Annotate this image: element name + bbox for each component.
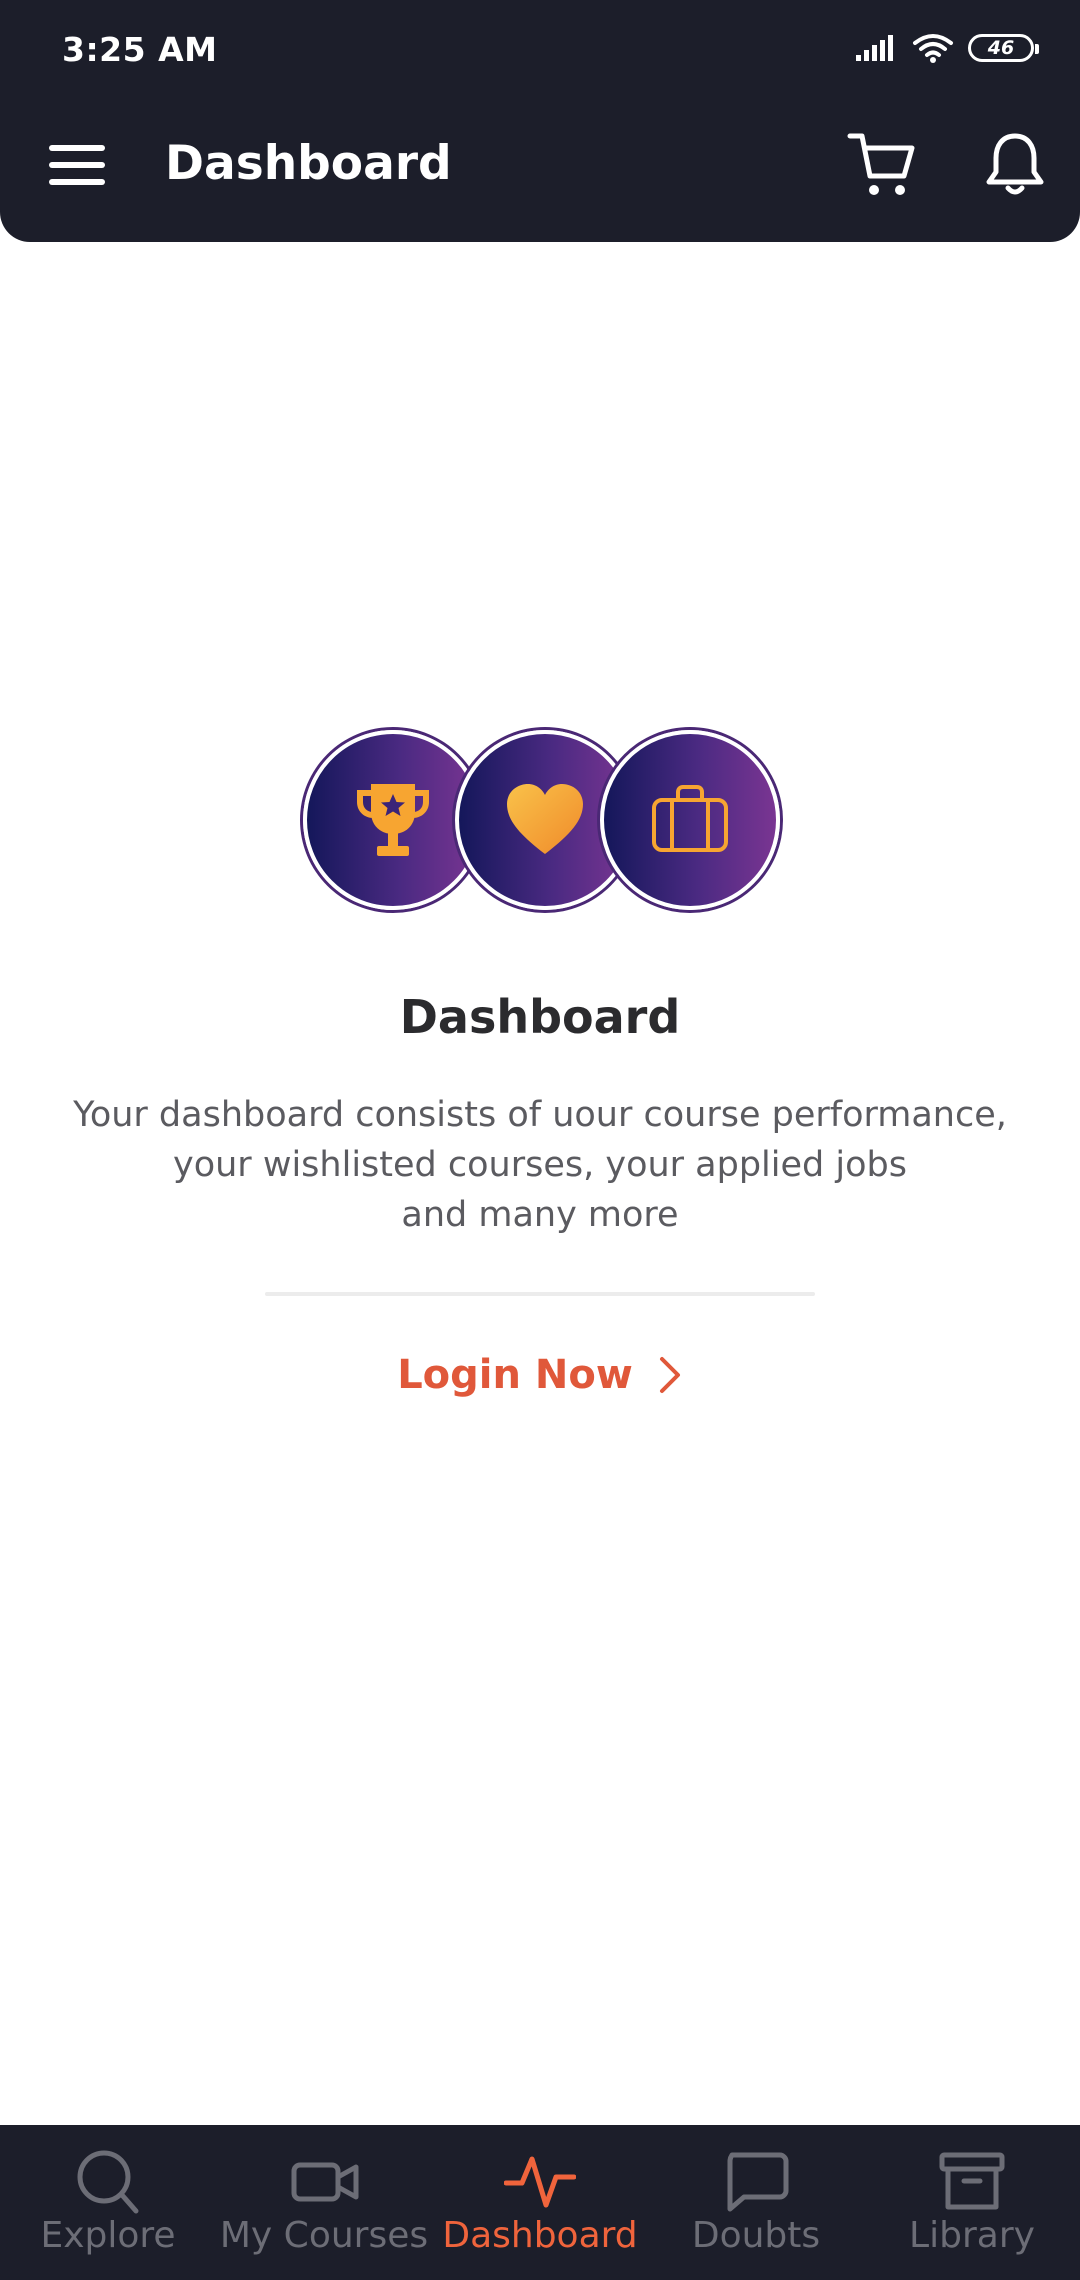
battery-indicator: 46 bbox=[968, 34, 1039, 62]
nav-dashboard[interactable]: Dashboard bbox=[432, 2125, 648, 2280]
hamburger-menu-icon bbox=[49, 145, 105, 185]
nav-label: Library bbox=[909, 2215, 1035, 2256]
nav-label: Dashboard bbox=[442, 2215, 638, 2256]
description-line: Your dashboard consists of uour course p… bbox=[73, 1095, 1007, 1135]
divider bbox=[265, 1292, 815, 1296]
video-icon bbox=[291, 2162, 359, 2202]
jobs-badge bbox=[600, 730, 780, 910]
notifications-button[interactable] bbox=[980, 128, 1050, 200]
nav-label: Explore bbox=[40, 2215, 176, 2256]
search-icon bbox=[77, 2150, 139, 2214]
status-time: 3:25 AM bbox=[62, 30, 218, 69]
chat-icon bbox=[727, 2152, 789, 2212]
nav-label: Doubts bbox=[691, 2215, 821, 2256]
bell-icon bbox=[986, 133, 1044, 195]
trophy-icon bbox=[357, 784, 429, 856]
status-icons: 46 bbox=[854, 26, 1039, 70]
activity-icon bbox=[504, 2156, 576, 2208]
nav-my-courses[interactable]: My Courses bbox=[216, 2125, 432, 2280]
wifi-icon bbox=[913, 34, 953, 63]
login-now-label: Login Now bbox=[397, 1352, 633, 1398]
description-line: your wishlisted courses, your applied jo… bbox=[173, 1145, 907, 1185]
empty-state-illustration bbox=[0, 730, 1080, 920]
chevron-right-icon bbox=[659, 1357, 680, 1393]
page-title: Dashboard bbox=[165, 136, 452, 191]
archive-icon bbox=[939, 2152, 1005, 2210]
empty-state-description: Your dashboard consists of uour course p… bbox=[40, 1090, 1040, 1240]
signal-icon bbox=[856, 35, 893, 61]
nav-label: My Courses bbox=[219, 2215, 429, 2256]
cart-button[interactable] bbox=[846, 128, 918, 200]
nav-doubts[interactable]: Doubts bbox=[648, 2125, 864, 2280]
empty-state-title: Dashboard bbox=[399, 990, 681, 1044]
briefcase-icon bbox=[652, 785, 728, 852]
app-header: 3:25 AM 46 Dashboard bbox=[0, 0, 1080, 242]
heart-icon bbox=[507, 784, 583, 854]
login-now-link[interactable]: Login Now bbox=[0, 1352, 1080, 1398]
nav-library[interactable]: Library bbox=[864, 2125, 1080, 2280]
description-line: and many more bbox=[401, 1195, 679, 1235]
menu-button[interactable] bbox=[46, 140, 108, 190]
nav-explore[interactable]: Explore bbox=[0, 2125, 216, 2280]
bottom-navigation: Explore My Courses Dashboard Doubts Libr… bbox=[0, 2125, 1080, 2280]
cart-icon bbox=[847, 133, 915, 195]
